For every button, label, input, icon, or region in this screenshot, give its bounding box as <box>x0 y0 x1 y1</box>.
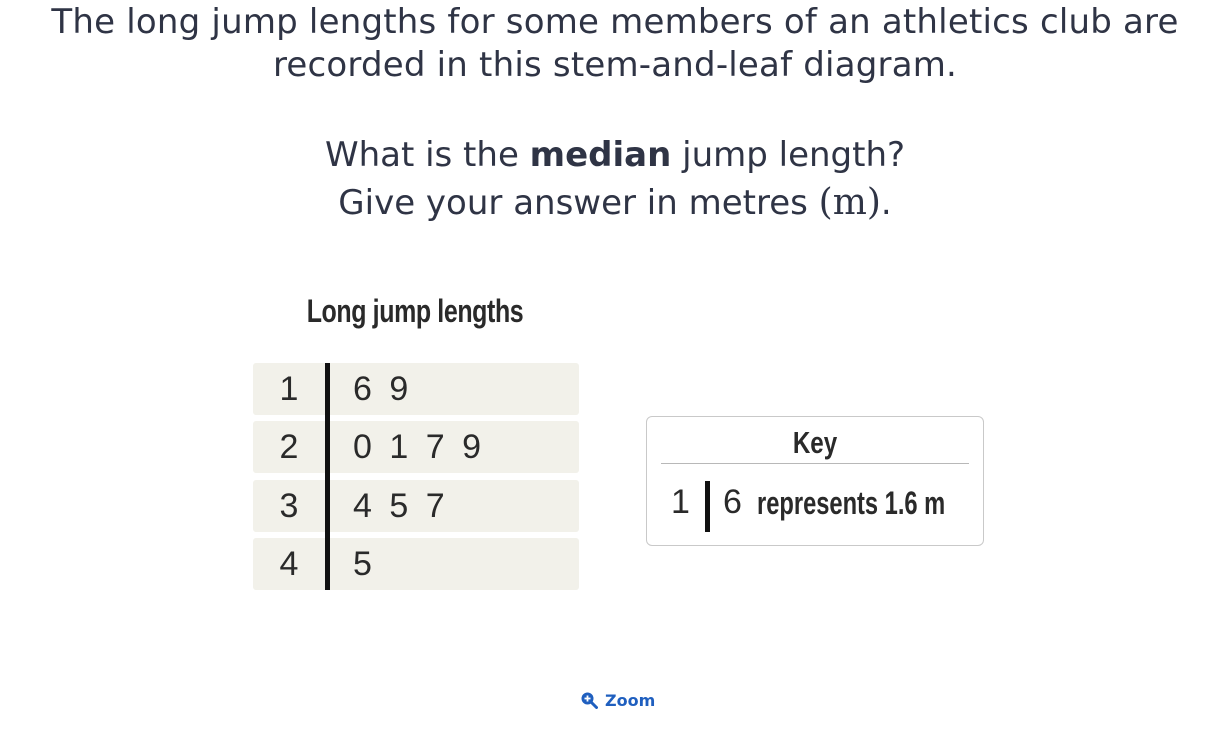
stem-and-leaf-diagram: 1 6 9 2 0 1 7 9 3 4 5 7 4 5 <box>253 363 579 590</box>
instruction-suffix: . <box>880 183 892 223</box>
stem-cell: 4 <box>279 545 299 583</box>
zoom-in-icon <box>581 692 598 709</box>
key-explanation: represents 1.6 m <box>757 485 946 521</box>
zoom-label: Zoom <box>605 690 656 710</box>
question-line-1: The long jump lengths for some members o… <box>51 2 1179 42</box>
key-stem: 1 <box>671 483 690 521</box>
stem-cell: 1 <box>279 370 299 408</box>
stem-leaf-divider <box>325 363 330 590</box>
stem-cell: 3 <box>279 487 299 525</box>
prompt-emphasis: median <box>529 135 672 175</box>
stem-cell: 2 <box>279 428 299 466</box>
figure-title: Long jump lengths <box>306 293 524 329</box>
zoom-button[interactable]: Zoom <box>580 689 655 711</box>
key-box: Key 1 6 represents 1.6 m <box>646 416 984 546</box>
instruction-prefix: Give your answer in metres <box>338 183 819 223</box>
question-text: The long jump lengths for some members o… <box>0 0 1230 227</box>
leaf-cell: 0 1 7 9 <box>353 428 482 466</box>
stem-leaf-row: 2 0 1 7 9 <box>253 421 579 473</box>
question-line-2: recorded in this stem-and-leaf diagram. <box>272 45 958 85</box>
stem-leaf-row: 1 6 9 <box>253 363 579 415</box>
leaf-cell: 5 <box>353 545 373 583</box>
question-instruction: Give your answer in metres (m). <box>0 179 1230 227</box>
instruction-unit: (m) <box>818 182 881 223</box>
key-stem-divider <box>705 481 710 532</box>
prompt-prefix: What is the <box>324 135 530 175</box>
leaf-cell: 6 9 <box>353 370 410 408</box>
question-prompt: What is the median jump length? <box>0 132 1230 179</box>
leaf-cell: 4 5 7 <box>353 487 446 525</box>
key-divider <box>661 463 969 464</box>
key-title: Key <box>792 425 838 460</box>
stem-leaf-row: 4 5 <box>253 538 579 590</box>
prompt-suffix: jump length? <box>671 135 906 175</box>
key-leaf: 6 <box>723 483 742 521</box>
stem-leaf-row: 3 4 5 7 <box>253 480 579 532</box>
